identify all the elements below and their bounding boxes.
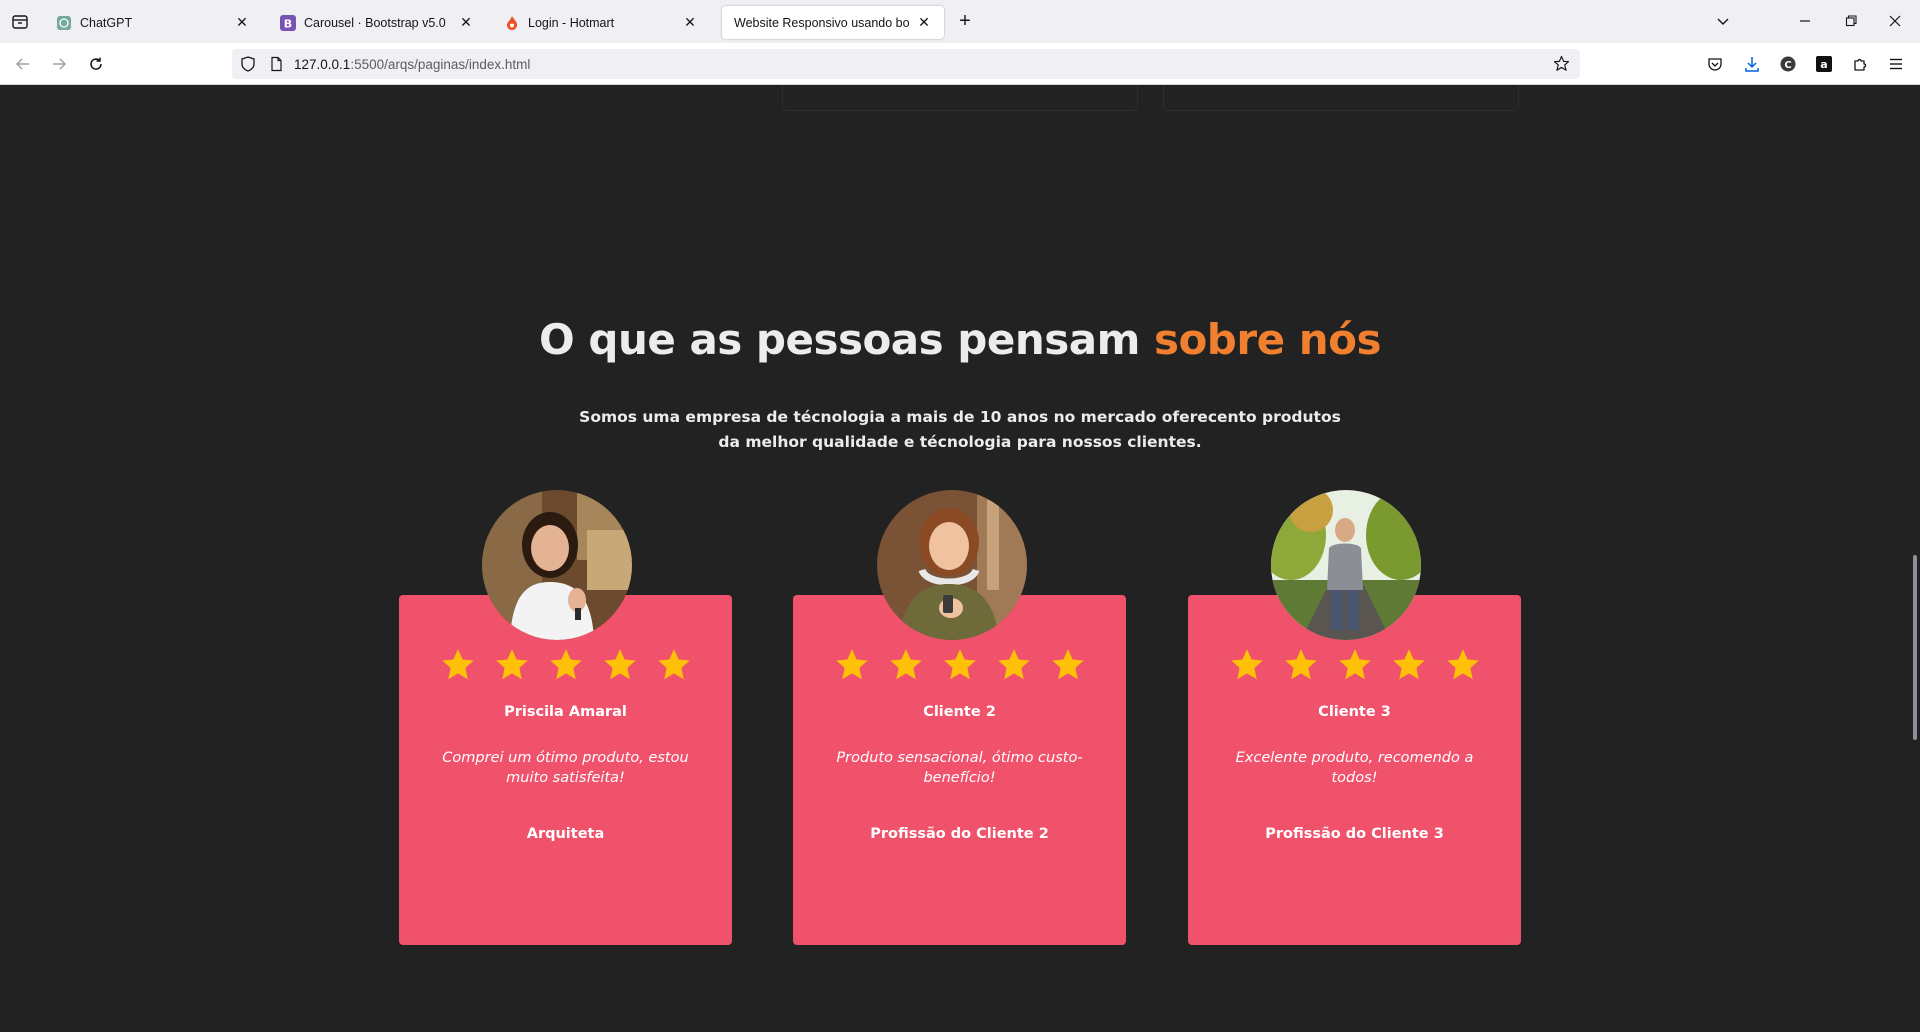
extension-c-icon[interactable]: C: [1778, 54, 1798, 74]
star-icon: [1051, 649, 1084, 680]
client-name: Cliente 2: [923, 704, 996, 720]
url-text: 127.0.0.1:5500/arqs/paginas/index.html: [294, 56, 530, 74]
tab-title: Login - Hotmart: [528, 15, 615, 30]
url-host: 127.0.0.1: [294, 57, 351, 72]
rating-stars: [1188, 647, 1521, 683]
rating-stars: [793, 647, 1126, 683]
testimonial-card-2: Cliente 2 Produto sensacional, ótimo cus…: [793, 595, 1126, 945]
tab-title: Carousel · Bootstrap v5.0: [304, 15, 446, 30]
rating-stars: [399, 647, 732, 683]
star-icon: [603, 649, 636, 680]
star-icon: [441, 649, 474, 680]
avatar: [482, 490, 632, 640]
menu-hamburger-icon[interactable]: [1886, 54, 1906, 74]
tab-title: Website Responsivo usando bootstrap: [734, 15, 910, 30]
avatar: [877, 490, 1027, 640]
star-icon: [1446, 649, 1479, 680]
client-profession: Profissão do Cliente 2: [870, 826, 1049, 842]
star-icon: [1284, 649, 1317, 680]
previous-section-card: [1163, 85, 1519, 111]
close-icon[interactable]: ✕: [458, 14, 474, 31]
close-icon[interactable]: ✕: [682, 14, 698, 31]
tab-bar: ChatGPT ✕ B Carousel · Bootstrap v5.0 ✕ …: [0, 0, 1920, 43]
tab-list-icon[interactable]: [10, 12, 30, 32]
tab-chatgpt[interactable]: ChatGPT ✕: [44, 6, 262, 39]
tab-title: ChatGPT: [80, 15, 133, 30]
new-tab-button[interactable]: +: [955, 11, 975, 32]
pocket-icon[interactable]: [1705, 54, 1725, 74]
svg-text:a: a: [1820, 58, 1827, 71]
page-viewport: O que as pessoas pensam sobre nós Somos …: [0, 85, 1920, 1032]
reload-icon[interactable]: [85, 53, 107, 75]
vertical-scrollbar[interactable]: [1913, 555, 1917, 740]
close-icon[interactable]: ✕: [234, 14, 250, 31]
section-description: Somos uma empresa de técnologia a mais d…: [579, 408, 1341, 451]
client-name: Cliente 3: [1318, 704, 1391, 720]
star-icon: [1230, 649, 1263, 680]
tab-overflow-chevron-icon[interactable]: [1712, 10, 1734, 32]
shield-icon[interactable]: [240, 56, 256, 77]
extensions-puzzle-icon[interactable]: [1850, 54, 1870, 74]
chatgpt-icon: [56, 15, 72, 31]
download-icon[interactable]: [1742, 54, 1762, 74]
close-window-button[interactable]: [1884, 10, 1906, 32]
client-quote: Comprei um ótimo produto, estou muito sa…: [442, 750, 689, 786]
previous-section-card: [782, 85, 1138, 111]
minimize-button[interactable]: [1794, 10, 1816, 32]
client-profession: Arquiteta: [526, 826, 605, 842]
testimonial-card-3: Cliente 3 Excelente produto, recomendo a…: [1188, 595, 1521, 945]
tab-website-active[interactable]: Website Responsivo usando bootstrap ✕: [722, 6, 944, 39]
tab-hotmart[interactable]: Login - Hotmart ✕: [492, 6, 710, 39]
close-icon[interactable]: ✕: [916, 14, 932, 31]
star-icon: [889, 649, 922, 680]
star-icon: [549, 649, 582, 680]
client-quote: Produto sensacional, ótimo custo-benefíc…: [836, 750, 1083, 786]
star-icon: [835, 649, 868, 680]
svg-text:C: C: [1784, 60, 1791, 71]
star-icon: [657, 649, 690, 680]
client-name: Priscila Amaral: [504, 704, 627, 720]
star-icon: [943, 649, 976, 680]
star-icon: [1392, 649, 1425, 680]
heading-main: O que as pessoas pensam: [539, 315, 1140, 364]
address-bar[interactable]: 127.0.0.1:5500/arqs/paginas/index.html: [232, 49, 1580, 79]
testimonial-card-1: Priscila Amaral Comprei um ótimo produto…: [399, 595, 732, 945]
tab-bootstrap[interactable]: B Carousel · Bootstrap v5.0 ✕: [268, 6, 486, 39]
forward-arrow-icon[interactable]: [48, 53, 70, 75]
bookmark-star-icon[interactable]: [1553, 55, 1570, 77]
avatar: [1271, 490, 1421, 640]
back-arrow-icon[interactable]: [12, 53, 34, 75]
client-quote: Excelente produto, recomendo a todos!: [1235, 750, 1474, 786]
amazon-extension-icon[interactable]: a: [1814, 54, 1834, 74]
navigation-toolbar: 127.0.0.1:5500/arqs/paginas/index.html C…: [0, 43, 1920, 85]
heading-accent: sobre nós: [1153, 315, 1382, 364]
section-heading: O que as pessoas pensam sobre nós: [0, 315, 1920, 364]
hotmart-icon: [504, 15, 520, 31]
svg-text:B: B: [284, 17, 292, 30]
bootstrap-icon: B: [280, 14, 296, 31]
star-icon: [1338, 649, 1371, 680]
page-icon: [268, 56, 284, 77]
client-profession: Profissão do Cliente 3: [1265, 826, 1444, 842]
restore-button[interactable]: [1840, 10, 1862, 32]
star-icon: [495, 649, 528, 680]
star-icon: [997, 649, 1030, 680]
url-path: :5500/arqs/paginas/index.html: [350, 57, 531, 72]
